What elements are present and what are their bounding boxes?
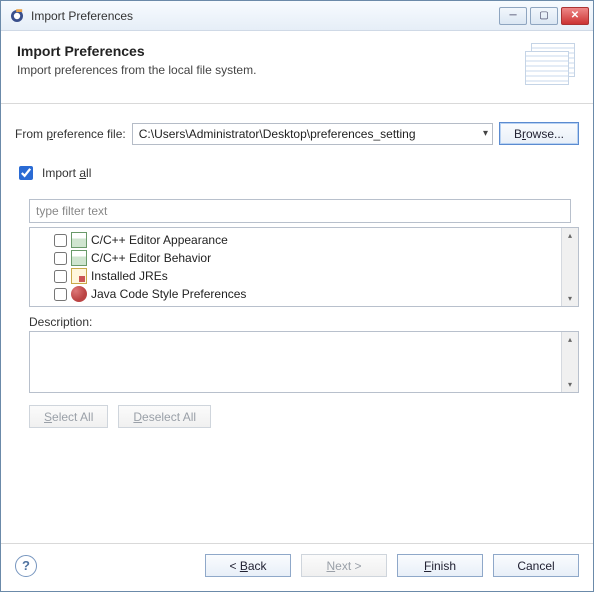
back-button[interactable]: < Back (205, 554, 291, 577)
tree-item[interactable]: Installed JREs (34, 267, 557, 285)
tree-item[interactable]: C/C++ Editor Behavior (34, 249, 557, 267)
preference-file-row: From preference file: C:\Users\Administr… (15, 122, 579, 145)
browse-button[interactable]: Browse... (499, 122, 579, 145)
preference-file-label: From preference file: (15, 127, 126, 141)
tree-item-checkbox[interactable] (54, 288, 67, 301)
tree-item-label: C/C++ Editor Behavior (91, 251, 211, 265)
sheet-icon (71, 232, 87, 248)
tree-scrollbar[interactable]: ▴ ▾ (561, 228, 578, 306)
tree-item-label: C/C++ Editor Appearance (91, 233, 228, 247)
tree-item[interactable]: Java Code Style Preferences (34, 285, 557, 303)
sheet-icon (71, 250, 87, 266)
scroll-up-icon[interactable]: ▴ (563, 332, 578, 347)
import-all-label: Import all (42, 166, 91, 180)
window-title: Import Preferences (31, 9, 133, 23)
preference-file-combo[interactable]: C:\Users\Administrator\Desktop\preferenc… (132, 123, 493, 145)
preferences-tree[interactable]: C/C++ Editor Appearance C/C++ Editor Beh… (29, 227, 579, 307)
select-all-button[interactable]: Select All (29, 405, 108, 428)
java-icon (71, 286, 87, 302)
preference-file-value: C:\Users\Administrator\Desktop\preferenc… (139, 127, 483, 141)
filter-input[interactable] (29, 199, 571, 223)
deselect-all-button[interactable]: Deselect All (118, 405, 211, 428)
description-label: Description: (29, 315, 579, 329)
close-button[interactable]: ✕ (561, 7, 589, 25)
scroll-down-icon[interactable]: ▾ (563, 291, 578, 306)
tree-item-checkbox[interactable] (54, 252, 67, 265)
import-all-row: Import all (15, 163, 579, 183)
tree-item[interactable]: C/C++ Editor Appearance (34, 231, 557, 249)
scroll-up-icon[interactable]: ▴ (563, 228, 578, 243)
dialog-window: Import Preferences ─ ▢ ✕ Import Preferen… (0, 0, 594, 592)
cancel-button[interactable]: Cancel (493, 554, 579, 577)
maximize-button[interactable]: ▢ (530, 7, 558, 25)
page-subtitle: Import preferences from the local file s… (17, 63, 256, 77)
description-scrollbar[interactable]: ▴ ▾ (561, 332, 578, 392)
tree-item-label: Installed JREs (91, 269, 168, 283)
wizard-header: Import Preferences Import preferences fr… (1, 31, 593, 104)
description-box: ▴ ▾ (29, 331, 579, 393)
app-icon (9, 8, 25, 24)
preferences-panel: C/C++ Editor Appearance C/C++ Editor Beh… (29, 193, 579, 533)
scroll-down-icon[interactable]: ▾ (563, 377, 578, 392)
import-all-checkbox[interactable] (19, 166, 33, 180)
page-title: Import Preferences (17, 43, 256, 59)
finish-button[interactable]: Finish (397, 554, 483, 577)
minimize-button[interactable]: ─ (499, 7, 527, 25)
wizard-content: From preference file: C:\Users\Administr… (1, 104, 593, 543)
toolbox-icon (71, 268, 87, 284)
titlebar[interactable]: Import Preferences ─ ▢ ✕ (1, 1, 593, 31)
wizard-footer: ? < Back Next > Finish Cancel (1, 543, 593, 591)
tree-item-checkbox[interactable] (54, 270, 67, 283)
chevron-down-icon: ▾ (483, 128, 488, 139)
help-icon[interactable]: ? (15, 555, 37, 577)
header-illustration (521, 43, 577, 89)
tree-item-label: Java Code Style Preferences (91, 287, 246, 301)
selection-buttons: Select All Deselect All (29, 405, 579, 428)
tree-item-checkbox[interactable] (54, 234, 67, 247)
next-button[interactable]: Next > (301, 554, 387, 577)
